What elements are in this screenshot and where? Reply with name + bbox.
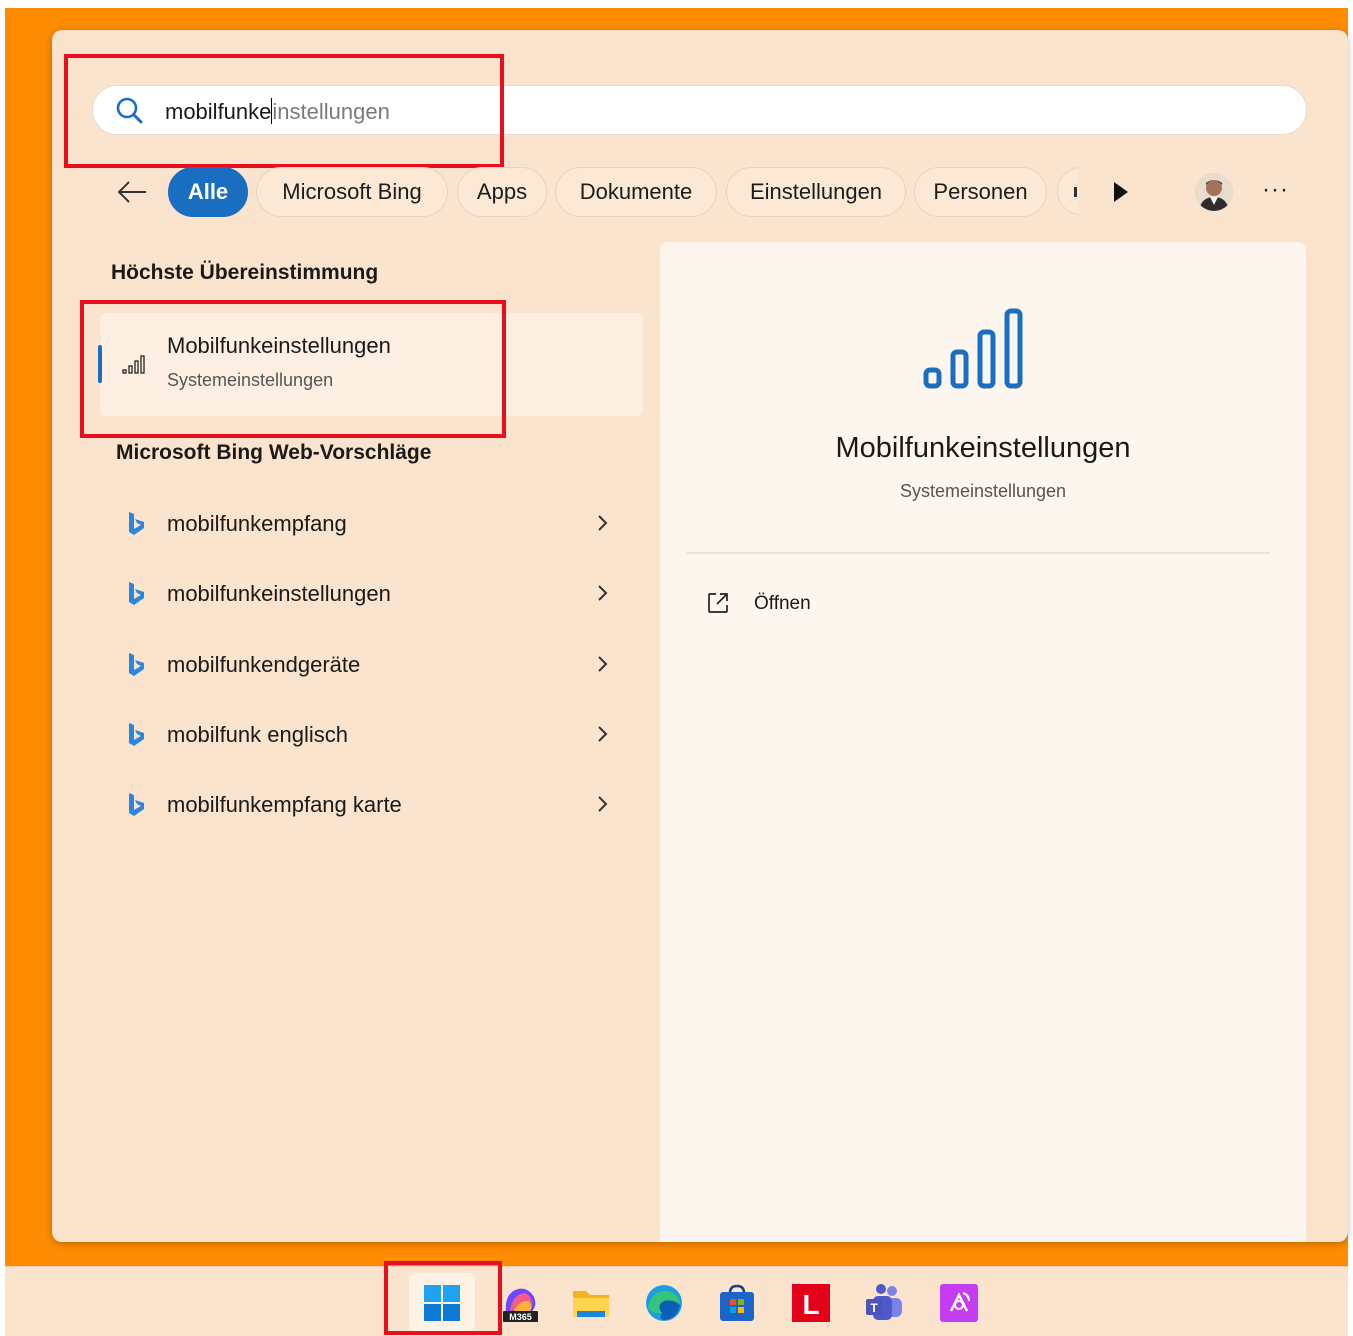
back-button[interactable] <box>114 175 150 211</box>
search-autocomplete-text: instellungen <box>272 99 390 124</box>
microsoft-store-icon[interactable] <box>717 1283 757 1323</box>
file-explorer-icon[interactable] <box>571 1283 611 1323</box>
best-match-result[interactable] <box>100 313 643 416</box>
filter-chip-dokumente[interactable]: Dokumente <box>555 167 717 217</box>
web-suggestion-label: mobilfunk englisch <box>167 722 348 747</box>
bing-icon <box>129 512 144 535</box>
chevron-right-icon <box>598 726 608 742</box>
filter-chip-apps[interactable]: Apps <box>457 167 547 217</box>
filter-chip-personen[interactable]: Personen <box>914 167 1047 217</box>
filter-chip-alle[interactable]: Alle <box>168 167 248 217</box>
best-match-heading: Höchste Übereinstimmung <box>111 261 379 284</box>
web-suggestion-label: mobilfunkendgeräte <box>167 652 361 677</box>
search-icon <box>116 97 143 124</box>
chevron-right-icon <box>598 585 608 601</box>
search-input[interactable]: mobilfunkeinstellungen <box>92 85 1307 135</box>
web-suggestion-item[interactable]: mobilfunkeinstellungen <box>110 564 630 624</box>
m365-copilot-icon[interactable]: M365 <box>500 1283 540 1323</box>
play-right-icon[interactable] <box>1108 178 1132 206</box>
search-typed-text: mobilfunke <box>165 99 272 124</box>
remote-app-icon[interactable] <box>939 1283 979 1323</box>
svg-text:T: T <box>870 1301 878 1315</box>
lexware-letter: L <box>802 1289 819 1320</box>
web-suggestion-item[interactable]: mobilfunk englisch <box>110 705 630 765</box>
m365-badge-text: M365 <box>509 1312 532 1322</box>
web-suggestion-label: mobilfunkempfang karte <box>167 792 402 817</box>
detail-subtitle: Systemeinstellungen <box>899 481 1067 501</box>
avatar[interactable] <box>1195 173 1233 211</box>
bing-icon <box>129 723 144 746</box>
cellular-signal-icon <box>122 355 145 374</box>
web-suggestion-label: mobilfunkempfang <box>167 511 347 536</box>
best-match-title: Mobilfunkeinstellungen <box>167 333 391 358</box>
bing-icon <box>129 582 144 605</box>
edge-icon[interactable] <box>644 1283 684 1323</box>
chevron-right-icon <box>598 796 608 812</box>
start-icon[interactable] <box>422 1283 462 1323</box>
arrow-left-icon <box>117 181 146 203</box>
web-suggestion-item[interactable]: mobilfunkempfang karte <box>110 775 630 835</box>
lexware-icon[interactable]: L <box>791 1283 831 1323</box>
chevron-right-icon <box>598 515 608 531</box>
web-suggestion-label: mobilfunkeinstellungen <box>167 581 391 606</box>
best-match-subtitle: Systemeinstellungen <box>167 370 334 390</box>
detail-title: Mobilfunkeinstellungen <box>835 432 1131 464</box>
open-label: Öffnen <box>754 593 811 614</box>
web-suggestion-item[interactable]: mobilfunkempfang <box>110 494 630 554</box>
teams-icon[interactable]: T <box>864 1283 904 1323</box>
filter-chip-einstellungen[interactable]: Einstellungen <box>726 167 906 217</box>
bing-icon <box>129 793 144 816</box>
web-suggestion-item[interactable]: mobilfunkendgeräte <box>110 635 630 695</box>
open-button[interactable]: Öffnen <box>700 585 900 625</box>
filter-chip-microsoft-bing[interactable]: Microsoft Bing <box>256 167 448 217</box>
chevron-right-icon <box>598 656 608 672</box>
cellular-signal-icon <box>923 308 1023 389</box>
web-suggestions-heading: Microsoft Bing Web-Vorschläge <box>116 441 432 464</box>
bing-icon <box>129 653 144 676</box>
more-options-button[interactable]: ··· <box>1262 176 1289 204</box>
selection-indicator <box>98 345 102 383</box>
result-detail-pane <box>660 242 1306 1242</box>
divider <box>687 552 1270 554</box>
open-external-icon <box>708 593 728 613</box>
search-query: mobilfunkeinstellungen <box>165 98 390 125</box>
user-photo-icon <box>1195 173 1233 211</box>
filter-chip-overflow[interactable] <box>1057 167 1079 217</box>
